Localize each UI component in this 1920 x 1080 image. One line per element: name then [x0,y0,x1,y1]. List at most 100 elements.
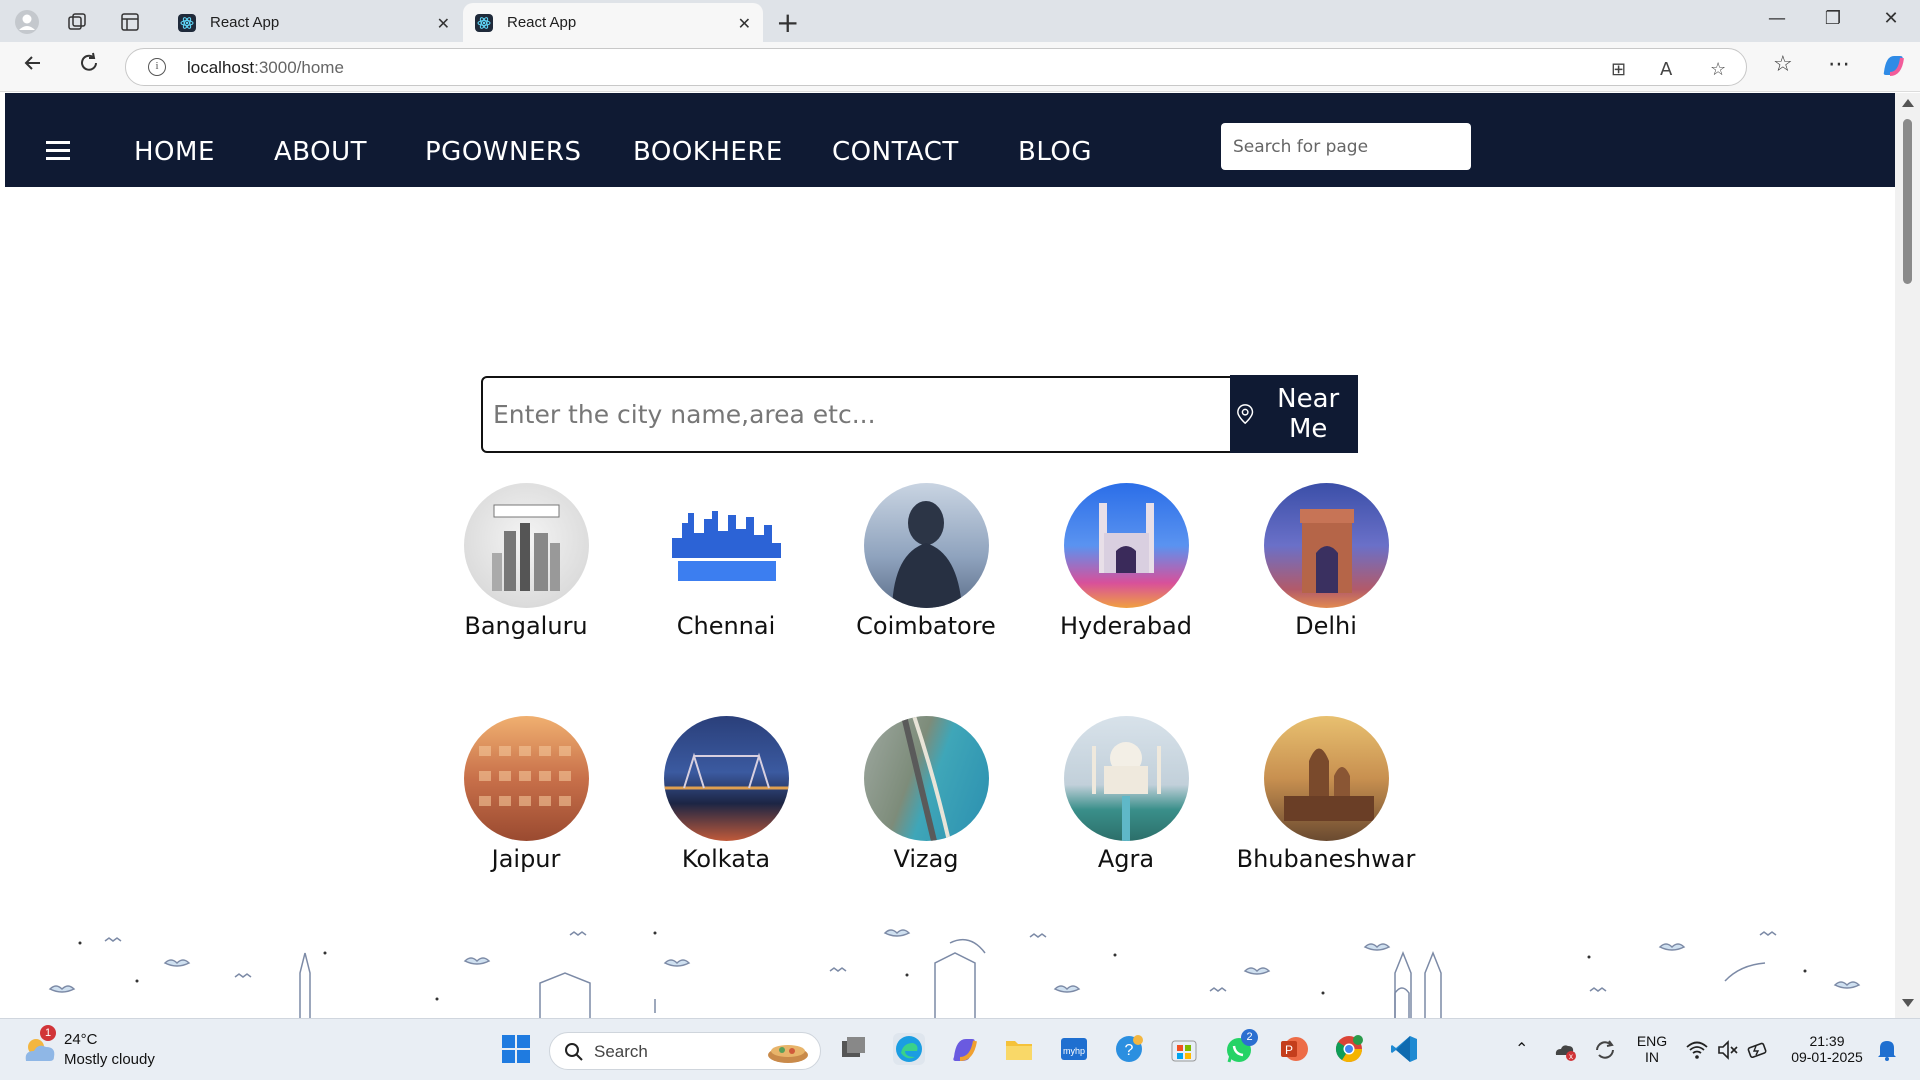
city-name: Bangaluru [464,612,588,640]
city-card-bhubaneshwar[interactable]: Bhubaneshwar [1226,716,1426,873]
city-name: Kolkata [681,845,771,873]
hamburger-menu-icon[interactable] [46,141,70,161]
clock[interactable]: 21:39 09-01-2025 [1782,1033,1872,1065]
agra-image [1063,716,1189,841]
whatsapp-icon[interactable]: 2 [1223,1029,1258,1065]
copilot-app-icon[interactable] [948,1033,980,1065]
chennai-image [663,483,789,608]
close-tab-icon[interactable]: ✕ [738,14,751,34]
minimize-icon[interactable]: — [1754,8,1800,29]
search-icon [565,1043,583,1061]
vscode-icon[interactable] [1388,1033,1420,1065]
favorites-icon[interactable]: ☆ [1773,52,1793,77]
back-icon[interactable] [22,52,44,80]
react-logo-icon [475,13,493,32]
city-card-chennai[interactable]: Chennai [626,483,826,640]
nav-link-pgowners[interactable]: PGOWNERS [425,137,581,167]
weather-description: Mostly cloudy [64,1051,155,1068]
weather-widget[interactable]: 1 24°C Mostly cloudy [20,1025,155,1071]
city-card-bangaluru[interactable]: Bangaluru [426,483,626,640]
page-scrollbar[interactable] [1895,93,1920,1018]
refresh-icon[interactable] [78,52,100,80]
language-indicator[interactable]: ENG IN [1632,1033,1672,1065]
address-bar[interactable]: i localhost:3000/home ⊞ A ☆ [125,48,1747,86]
workspaces-icon[interactable] [64,9,90,35]
tab-react-app-2[interactable]: React App ✕ [463,3,763,42]
city-name: Chennai [676,612,776,640]
myhp-icon[interactable]: myhp [1058,1033,1090,1065]
city-name: Jaipur [491,845,561,873]
near-me-button[interactable]: Near Me [1230,375,1358,453]
city-skyline-illustration [48,929,1861,1018]
city-card-hyderabad[interactable]: Hyderabad [1026,483,1226,640]
nav-link-bookhere[interactable]: BOOKHERE [633,137,783,167]
city-name: Vizag [893,845,959,873]
notifications-bell-icon[interactable] [1876,1038,1898,1062]
tab-title: React App [210,14,280,31]
city-card-vizag[interactable]: Vizag [826,716,1026,873]
windows-taskbar: 1 24°C Mostly cloudy Search myhp ? 2 P ⌃… [0,1018,1920,1080]
svg-text:x: x [1569,1052,1573,1061]
microsoft-store-icon[interactable] [1168,1033,1200,1065]
close-window-icon[interactable]: ✕ [1868,8,1914,29]
sync-icon[interactable] [1592,1037,1618,1063]
whatsapp-badge: 2 [1241,1029,1258,1046]
vizag-image [863,716,989,841]
svg-text:P: P [1285,1043,1293,1057]
city-name: Delhi [1295,612,1357,640]
nav-link-about[interactable]: ABOUT [274,137,367,167]
app-available-icon[interactable]: ⊞ [1611,59,1626,80]
windows-start-icon[interactable] [500,1033,534,1065]
taskbar-search-box[interactable]: Search [549,1032,821,1070]
battery-icon[interactable] [1746,1038,1770,1062]
powerpoint-icon[interactable]: P [1278,1033,1310,1065]
copilot-icon[interactable] [1880,52,1906,84]
tab-title: React App [507,14,577,31]
clock-time: 21:39 [1809,1033,1845,1049]
task-view-icon[interactable] [838,1033,870,1065]
city-card-delhi[interactable]: Delhi [1226,483,1426,640]
bhubaneshwar-image [1263,716,1389,841]
close-tab-icon[interactable]: ✕ [437,14,450,34]
city-card-kolkata[interactable]: Kolkata [626,716,826,873]
edge-browser-icon[interactable] [893,1033,925,1065]
clock-date: 09-01-2025 [1791,1049,1863,1065]
show-hidden-icons-icon[interactable]: ⌃ [1515,1039,1528,1059]
city-card-coimbatore[interactable]: Coimbatore [826,483,1026,640]
help-icon[interactable]: ? [1113,1033,1145,1065]
location-pin-icon [1237,404,1254,425]
favorite-star-icon[interactable]: ☆ [1710,59,1726,80]
scrollbar-thumb[interactable] [1903,119,1912,284]
site-info-icon[interactable]: i [148,58,166,76]
jaipur-image [463,716,589,841]
browser-tab-bar: React App ✕ React App ✕ + — ❐ ✕ [0,0,1920,42]
read-aloud-icon[interactable]: A [1660,59,1672,80]
scroll-up-icon[interactable] [1902,99,1914,107]
city-card-jaipur[interactable]: Jaipur [426,716,626,873]
more-options-icon[interactable]: ⋯ [1828,52,1850,77]
tab-react-app-1[interactable]: React App ✕ [166,3,462,42]
site-navbar: HOME ABOUT PGOWNERS BOOKHERE CONTACT BLO… [5,93,1895,187]
city-name: Agra [1097,845,1155,873]
wifi-icon[interactable] [1685,1038,1709,1062]
profile-icon[interactable] [14,9,40,35]
chrome-icon[interactable] [1333,1033,1365,1065]
scroll-down-icon[interactable] [1902,999,1914,1007]
nav-link-blog[interactable]: BLOG [1018,137,1092,167]
onedrive-error-icon[interactable]: x [1552,1037,1578,1063]
city-card-agra[interactable]: Agra [1026,716,1226,873]
nav-link-home[interactable]: HOME [134,137,215,167]
new-tab-icon[interactable]: + [776,6,799,39]
tab-actions-icon[interactable] [117,9,143,35]
weather-temperature: 24°C [64,1031,98,1048]
nav-link-contact[interactable]: CONTACT [832,137,959,167]
coimbatore-image [863,483,989,608]
hyderabad-image [1063,483,1189,608]
page-search-input[interactable] [1221,123,1471,170]
file-explorer-icon[interactable] [1003,1033,1035,1065]
city-search-input[interactable] [481,376,1236,453]
bangaluru-image [463,483,589,608]
svg-text:myhp: myhp [1063,1046,1085,1056]
restore-icon[interactable]: ❐ [1810,8,1856,29]
volume-muted-icon[interactable] [1716,1038,1740,1062]
